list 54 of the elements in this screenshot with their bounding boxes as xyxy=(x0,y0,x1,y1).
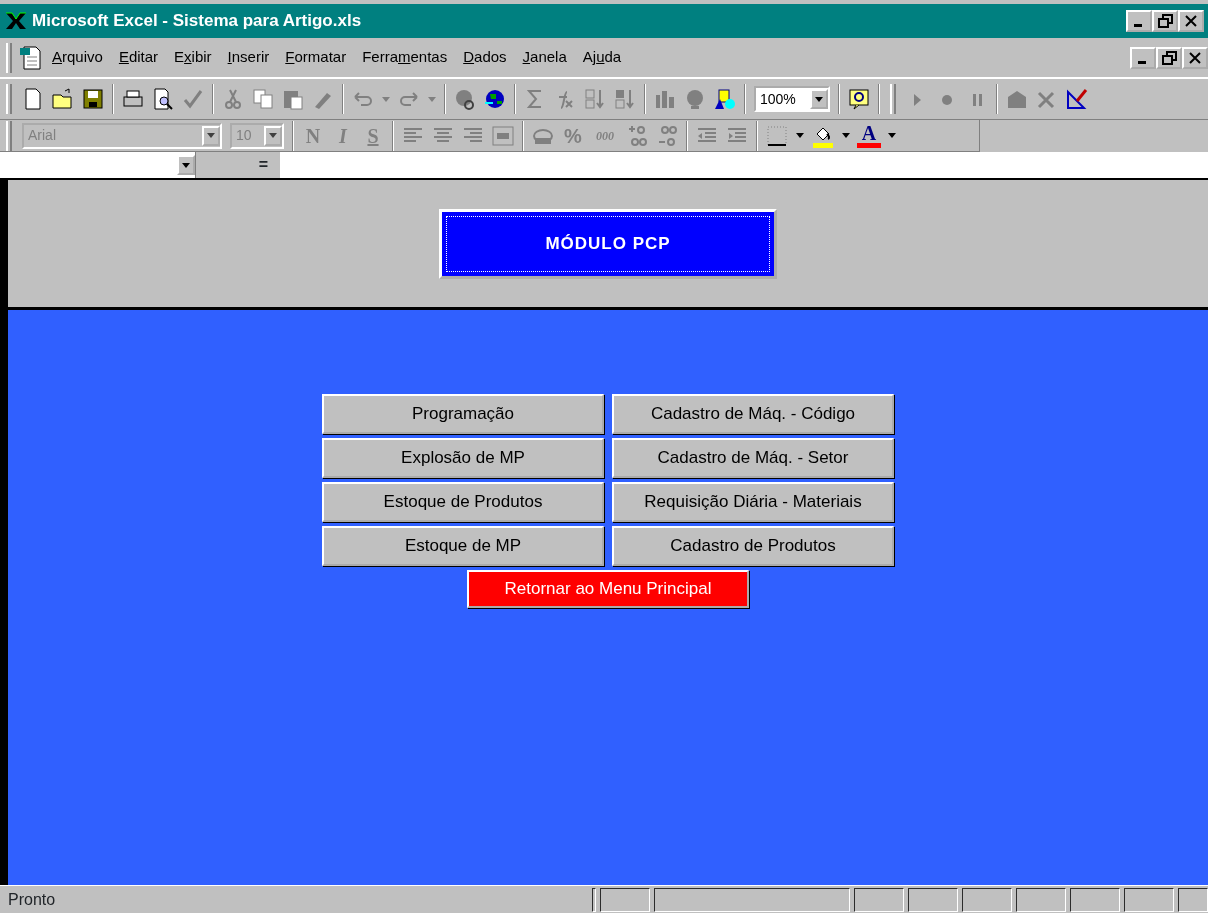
caret-icon xyxy=(842,133,850,138)
status-pane xyxy=(1124,887,1174,912)
menu-button[interactable]: Cadastro de Máq. - Setor xyxy=(612,438,894,478)
caret-icon xyxy=(815,96,823,102)
menu-button[interactable]: Requisição Diária - Materiais xyxy=(612,482,894,522)
menu-button[interactable]: Cadastro de Produtos xyxy=(612,526,894,566)
menu-item[interactable]: Janela xyxy=(514,46,575,69)
status-pane xyxy=(592,887,596,912)
menu-item[interactable]: Inserir xyxy=(219,46,278,69)
restore-icon[interactable] xyxy=(1156,46,1182,69)
restore-icon[interactable] xyxy=(1152,10,1178,32)
status-pane xyxy=(1016,887,1066,912)
menu-item[interactable]: Ferramentas xyxy=(354,46,456,69)
menu-button[interactable]: Estoque de MP xyxy=(322,526,604,566)
zoom-dropdown[interactable]: 100% xyxy=(754,86,830,112)
menu-item[interactable]: Dados xyxy=(455,46,515,69)
status-pane xyxy=(962,887,1012,912)
toolbar-grip[interactable] xyxy=(6,42,12,73)
menu-item[interactable]: Exibir xyxy=(166,46,220,69)
font-color-button[interactable]: A xyxy=(854,120,884,151)
status-pane xyxy=(908,887,958,912)
menu-button[interactable]: Cadastro de Máq. - Código xyxy=(612,394,894,434)
close-icon[interactable] xyxy=(1178,10,1204,32)
minimize-icon[interactable] xyxy=(1130,46,1156,69)
caret-icon xyxy=(796,133,804,138)
minimize-icon[interactable] xyxy=(1126,10,1152,32)
document-icon xyxy=(18,44,44,71)
close-icon[interactable] xyxy=(1182,46,1208,69)
status-text: Pronto xyxy=(7,889,57,910)
menu-button[interactable]: Explosão de MP xyxy=(322,438,604,478)
caret-icon xyxy=(182,162,190,168)
status-pane xyxy=(854,887,904,912)
menu-button[interactable]: Estoque de Produtos xyxy=(322,482,604,522)
caret-icon xyxy=(207,133,215,138)
caret-icon xyxy=(382,96,390,102)
toolbar-grip[interactable] xyxy=(6,120,12,151)
toolbar-grip[interactable] xyxy=(6,84,12,114)
menu-item[interactable]: Formatar xyxy=(277,46,355,69)
caret-icon xyxy=(269,133,277,138)
menu-button[interactable]: Programação xyxy=(322,394,604,434)
return-button[interactable]: Retornar ao Menu Principal xyxy=(467,570,749,608)
menu-item[interactable]: Arquivo xyxy=(44,46,111,69)
toolbar-grip[interactable] xyxy=(890,84,896,114)
caret-icon xyxy=(428,96,436,102)
caret-icon xyxy=(888,133,896,138)
module-title-button[interactable]: MÓDULO PCP xyxy=(439,208,777,279)
menu-item[interactable]: Editar xyxy=(110,46,167,69)
status-pane xyxy=(1070,887,1120,912)
status-pane xyxy=(600,887,650,912)
menu-item[interactable]: Ajuda xyxy=(574,46,630,69)
window-title: Microsoft Excel - Sistema para Artigo.xls xyxy=(32,10,363,33)
equals-sign: = xyxy=(258,155,268,175)
excel-logo-icon xyxy=(4,10,28,32)
status-pane xyxy=(1178,887,1208,912)
